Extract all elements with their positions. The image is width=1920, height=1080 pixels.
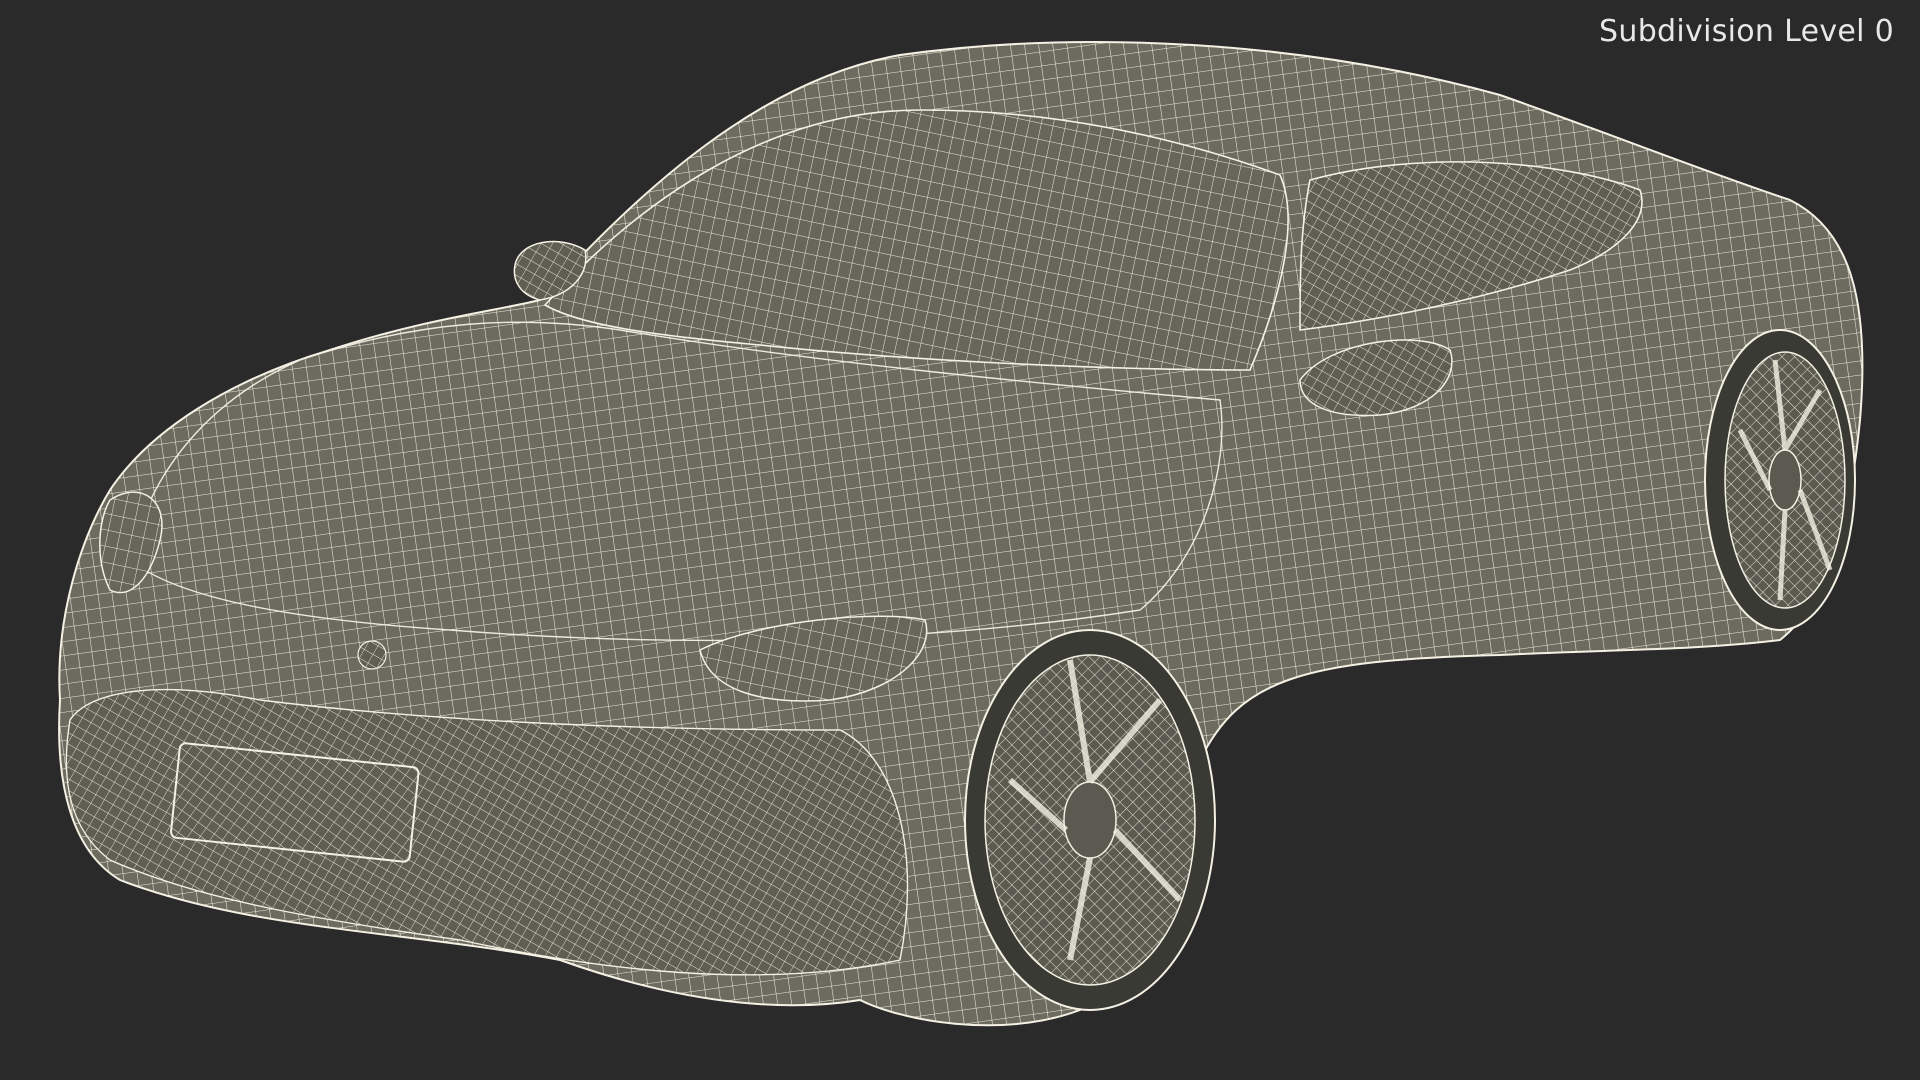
render-viewport: Subdivision Level 0 — [0, 0, 1920, 1080]
windshield — [543, 109, 1289, 371]
hood-badge — [357, 640, 387, 670]
front-wheel — [964, 629, 1216, 1011]
subdivision-level-label: Subdivision Level 0 — [1599, 14, 1894, 49]
car-wireframe-model — [58, 41, 1864, 1027]
rear-wheel — [1704, 329, 1856, 631]
